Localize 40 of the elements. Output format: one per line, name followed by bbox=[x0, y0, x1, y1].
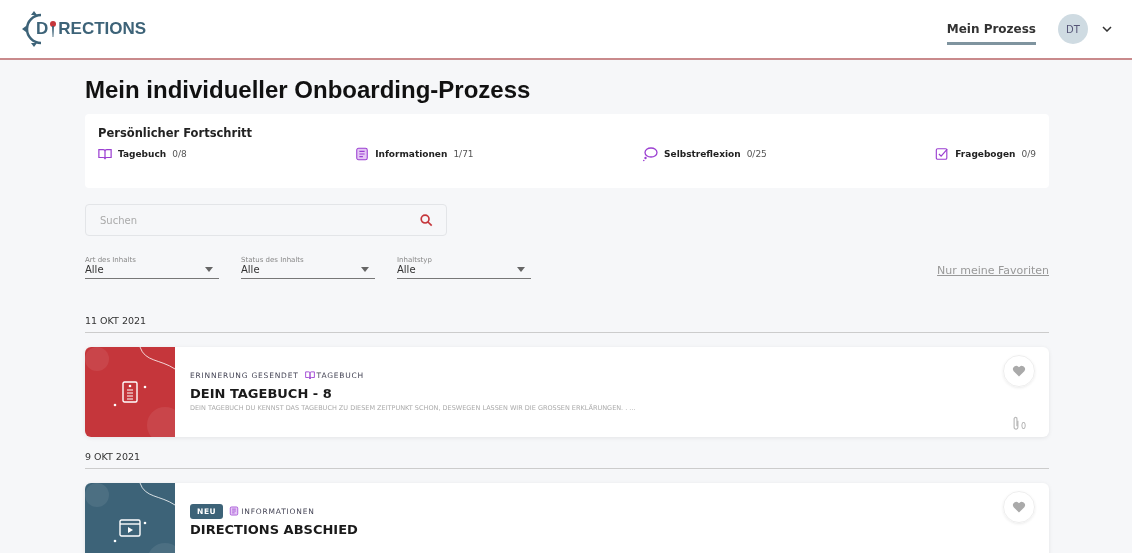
pin-icon bbox=[49, 20, 58, 38]
card-title: DIRECTIONS ABSCHIED bbox=[190, 522, 359, 537]
page-title: Mein individueller Onboarding-Prozess bbox=[85, 76, 532, 104]
paperclip-icon bbox=[1011, 416, 1020, 431]
logo-text: D bbox=[36, 19, 49, 39]
heart-icon bbox=[1012, 365, 1026, 377]
attachment-count: 0 bbox=[1020, 422, 1027, 431]
document-icon bbox=[229, 506, 240, 516]
progress-count: 0/9 bbox=[1021, 149, 1036, 159]
caret-icon bbox=[205, 267, 213, 272]
search-field[interactable]: Suchen bbox=[85, 204, 447, 236]
progress-count: 0/8 bbox=[172, 149, 187, 159]
progress-label: Selbstreflexion bbox=[664, 149, 741, 159]
progress-label: Informationen bbox=[375, 149, 448, 159]
date-heading: 9 OKT 2021 bbox=[85, 451, 1049, 469]
dropdown-value: Alle bbox=[241, 264, 260, 275]
nav-link[interactable]: Mein Prozess bbox=[946, 13, 1036, 45]
date-heading: 11 OKT 2021 bbox=[85, 315, 1049, 333]
progress-label: Tagebuch bbox=[118, 149, 167, 159]
caret-icon bbox=[517, 267, 525, 272]
progress-count: 1/71 bbox=[453, 149, 474, 159]
checkbox-icon bbox=[935, 147, 950, 161]
video-clip-icon bbox=[119, 519, 141, 537]
card-title: DEIN TAGEBUCH - 8 bbox=[190, 386, 333, 401]
logo-text: RECTIONS bbox=[58, 19, 147, 39]
progress-label: Fragebogen bbox=[955, 149, 1016, 159]
document-icon bbox=[122, 381, 138, 403]
caret-icon bbox=[361, 267, 369, 272]
user-avatar[interactable]: DT bbox=[1058, 14, 1088, 44]
heart-icon bbox=[1012, 501, 1026, 513]
book-icon bbox=[304, 370, 315, 380]
document-icon bbox=[355, 147, 370, 161]
progress-count: 0/25 bbox=[746, 149, 767, 159]
book-icon bbox=[98, 147, 112, 161]
section-title: Persönlicher Fortschritt bbox=[98, 126, 254, 140]
dropdown-value: Alle bbox=[85, 264, 104, 275]
dropdown-value: Alle bbox=[397, 264, 416, 275]
search-icon[interactable] bbox=[420, 214, 433, 227]
speech-bubble-icon bbox=[642, 146, 659, 162]
chevron-down-icon[interactable] bbox=[1102, 26, 1112, 32]
